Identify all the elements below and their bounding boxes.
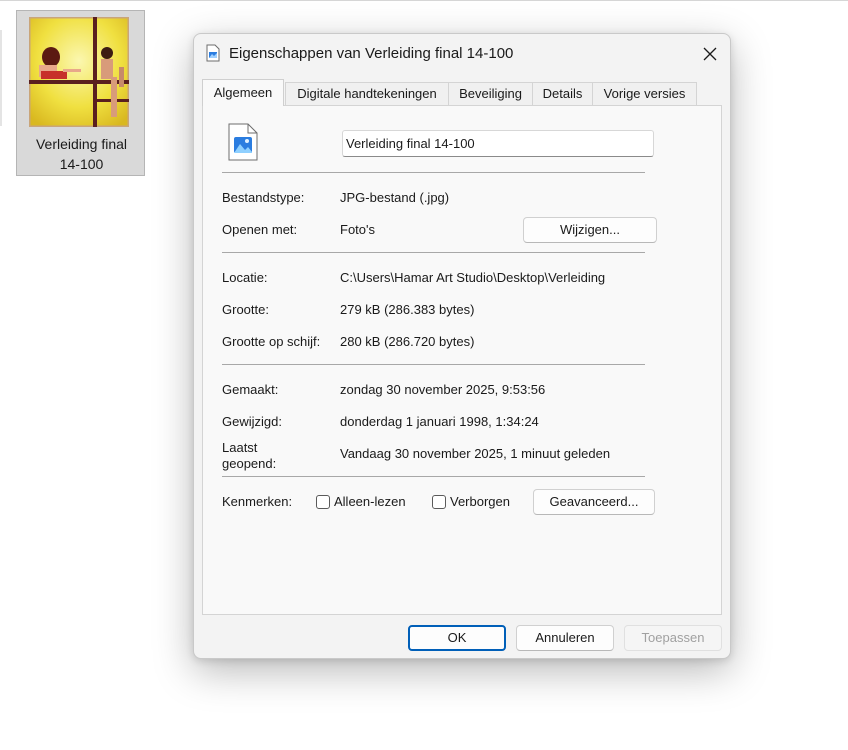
change-button[interactable]: Wijzigen... <box>523 217 657 243</box>
created-value: zondag 30 november 2025, 9:53:56 <box>340 382 546 397</box>
desktop-file-item[interactable]: Verleiding final 14-100 <box>16 10 145 176</box>
accessed-label-line2: geopend: <box>222 456 277 471</box>
explorer-edge <box>0 30 2 126</box>
cancel-button[interactable]: Annuleren <box>516 625 614 651</box>
tab-vorige-versies[interactable]: Vorige versies <box>592 82 697 105</box>
separator <box>222 172 645 173</box>
tab-details[interactable]: Details <box>532 82 593 105</box>
advanced-button[interactable]: Geavanceerd... <box>533 489 655 515</box>
desktop-file-label: Verleiding final 14-100 <box>17 134 146 174</box>
modified-value: donderdag 1 januari 1998, 1:34:24 <box>340 414 539 429</box>
ok-button[interactable]: OK <box>408 625 506 651</box>
apply-button[interactable]: Toepassen <box>624 625 722 651</box>
tab-beveiliging[interactable]: Beveiliging <box>448 82 533 105</box>
tab-digitale-handtekeningen[interactable]: Digitale handtekeningen <box>285 82 449 105</box>
file-type-label: Bestandstype: <box>222 190 305 205</box>
close-icon <box>703 47 717 61</box>
desktop-file-label-line2: 14-100 <box>59 156 104 172</box>
open-with-label: Openen met: <box>222 222 298 237</box>
separator <box>222 364 645 365</box>
desktop-file-label-line1: Verleiding final <box>35 136 128 152</box>
readonly-checkbox[interactable]: Alleen-lezen <box>316 494 406 509</box>
window-top-border <box>0 0 848 1</box>
tab-algemeen[interactable]: Algemeen <box>202 79 284 106</box>
file-type-value: JPG-bestand (.jpg) <box>340 190 450 205</box>
image-file-icon <box>227 122 259 165</box>
close-button[interactable] <box>694 40 726 68</box>
size-label: Grootte: <box>222 302 269 317</box>
separator <box>222 476 645 477</box>
image-thumbnail <box>29 17 129 127</box>
size-value: 279 kB (286.383 bytes) <box>340 302 475 317</box>
size-on-disk-label: Grootte op schijf: <box>222 334 321 349</box>
location-value: C:\Users\Hamar Art Studio\Desktop\Verlei… <box>340 270 606 285</box>
location-label: Locatie: <box>222 270 268 285</box>
hidden-checkbox[interactable]: Verborgen <box>432 494 510 509</box>
hidden-label: Verborgen <box>450 494 510 509</box>
properties-dialog: Eigenschappen van Verleiding final 14-10… <box>193 33 731 659</box>
separator <box>222 252 645 253</box>
open-with-value: Foto's <box>340 222 375 237</box>
general-tab-panel: Verleiding final 14-100 Bestandstype: JP… <box>202 105 722 615</box>
accessed-label: Laatst geopend: <box>222 440 276 472</box>
size-on-disk-value: 280 kB (286.720 bytes) <box>340 334 475 349</box>
accessed-label-line1: Laatst <box>222 440 258 455</box>
accessed-value: Vandaag 30 november 2025, 1 minuut geled… <box>340 446 611 461</box>
readonly-label: Alleen-lezen <box>334 494 406 509</box>
attributes-label: Kenmerken: <box>222 494 293 509</box>
image-file-icon <box>206 44 220 62</box>
created-label: Gemaakt: <box>222 382 279 397</box>
checkbox-icon <box>432 494 446 509</box>
filename-input[interactable]: Verleiding final 14-100 <box>342 130 654 157</box>
checkbox-icon <box>316 494 330 509</box>
dialog-title: Eigenschappen van Verleiding final 14-10… <box>229 45 514 62</box>
modified-label: Gewijzigd: <box>222 414 282 429</box>
